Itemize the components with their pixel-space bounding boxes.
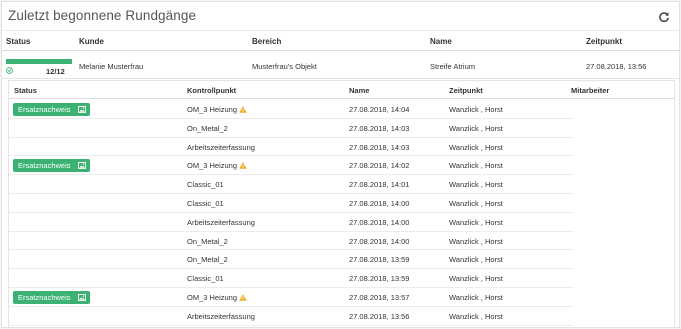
- table-row[interactable]: Ersatznachweis OM_3 Heizung 27.08.2018, 14…: [9, 100, 574, 119]
- warning-icon: [239, 162, 247, 170]
- kontrollpunkt-cell: Classic_01: [187, 274, 224, 283]
- recent-rounds-panel: Zuletzt begonnene Rundgänge Status Kunde…: [1, 1, 680, 328]
- zeitpunkt-cell: Wanzlick , Horst: [449, 236, 503, 246]
- ersatznachweis-badge[interactable]: Ersatznachweis: [13, 291, 90, 304]
- zeitpunkt-cell: Wanzlick , Horst: [449, 199, 503, 208]
- col-status[interactable]: Status: [14, 86, 37, 95]
- name-cell: 27.08.2018, 13:57: [349, 293, 410, 302]
- name-cell: 27.08.2018, 14:03: [349, 123, 410, 133]
- table-row[interactable]: Classic_01 27.08.2018, 14:00 Wanzlick , Ho…: [9, 194, 574, 213]
- table-row[interactable]: On_Metal_2 27.08.2018, 14:00 Wanzlick , Ho…: [9, 232, 574, 251]
- kontrollpunkt-cell: Arbeitszeiterfassung: [187, 218, 255, 227]
- zeitpunkt-cell: Wanzlick , Horst: [449, 217, 503, 227]
- kontrollpunkt-cell: OM_3 Heizung: [187, 161, 247, 170]
- col-kunde[interactable]: Kunde: [79, 37, 104, 46]
- name-cell: 27.08.2018, 14:00: [349, 199, 410, 208]
- checkpoint-table-header: Status Kontrollpunkt Name Zeitpunkt Mita…: [9, 80, 674, 99]
- table-row[interactable]: Ersatznachweis OM_3 Heizung 27.08.2018, 13…: [9, 288, 574, 307]
- kontrollpunkt-value: On_Metal_2: [187, 255, 228, 265]
- image-icon: [78, 162, 86, 170]
- col-zeitpunkt[interactable]: Zeitpunkt: [449, 86, 483, 95]
- kontrollpunkt-cell: On_Metal_2: [187, 124, 228, 133]
- zeitpunkt-cell: Wanzlick , Horst: [449, 311, 503, 321]
- kontrollpunkt-cell: Arbeitszeiterfassung: [187, 143, 255, 152]
- zeitpunkt-cell: Wanzlick , Horst: [449, 123, 503, 133]
- kontrollpunkt-value: Arbeitszeiterfassung: [187, 142, 255, 152]
- table-row[interactable]: Ersatznachweis OM_3 Heizung 27.08.2018, 14…: [9, 156, 574, 176]
- warning-icon: [239, 294, 247, 301]
- kontrollpunkt-value: OM_3 Heizung: [187, 293, 238, 302]
- zeitpunkt-value: 27.08.2018, 13:56: [586, 62, 647, 71]
- name-cell: 27.08.2018, 14:03: [349, 142, 410, 152]
- name-cell: 27.08.2018, 13:56: [349, 311, 410, 321]
- badge-label: Ersatznachweis: [18, 105, 71, 114]
- name-cell: 27.08.2018, 13:59: [349, 274, 410, 284]
- name-cell: 27.08.2018, 14:04: [349, 105, 410, 114]
- col-kontrollpunkt[interactable]: Kontrollpunkt: [187, 86, 236, 95]
- zeitpunkt-cell: Wanzlick , Horst: [449, 274, 503, 284]
- badge-label: Ersatznachweis: [18, 161, 71, 171]
- kontrollpunkt-cell: OM_3 Heizung: [187, 293, 247, 302]
- progress-count: 12/12: [46, 67, 65, 76]
- name-cell: 27.08.2018, 14:01: [349, 180, 410, 190]
- table-row[interactable]: Arbeitszeiterfassung 27.08.2018, 14:00 Wan…: [9, 213, 574, 232]
- col-name[interactable]: Name: [430, 37, 452, 46]
- refresh-icon[interactable]: [658, 11, 670, 23]
- table-row[interactable]: 12/12 Melanie Musterfrau Musterfrau's Ob…: [2, 52, 679, 79]
- badge-label: Ersatznachweis: [18, 293, 71, 302]
- image-icon: [78, 294, 86, 301]
- kontrollpunkt-value: OM_3 Heizung: [187, 105, 238, 114]
- zeitpunkt-cell: Wanzlick , Horst: [449, 180, 503, 190]
- name-cell: 27.08.2018, 14:02: [349, 161, 410, 171]
- kontrollpunkt-value: On_Metal_2: [187, 236, 228, 246]
- col-name[interactable]: Name: [349, 86, 369, 95]
- kontrollpunkt-value: Classic_01: [187, 274, 224, 284]
- table-row[interactable]: Classic_01 27.08.2018, 14:01 Wanzlick , Ho…: [9, 175, 574, 194]
- col-zeitpunkt[interactable]: Zeitpunkt: [586, 37, 622, 46]
- kontrollpunkt-value: Classic_01: [187, 180, 224, 190]
- progress-fill: [6, 59, 72, 64]
- kontrollpunkt-cell: On_Metal_2: [187, 237, 228, 246]
- table-row[interactable]: On_Metal_2 27.08.2018, 14:03 Wanzlick , Ho…: [9, 119, 574, 138]
- kontrollpunkt-cell: Classic_01: [187, 180, 224, 189]
- zeitpunkt-cell: Wanzlick , Horst: [449, 105, 503, 114]
- table-row[interactable]: Arbeitszeiterfassung 27.08.2018, 13:56 Wan…: [9, 307, 574, 326]
- table-row[interactable]: On_Metal_2 27.08.2018, 13:59 Wanzlick , Ho…: [9, 250, 574, 270]
- ersatznachweis-badge[interactable]: Ersatznachweis: [13, 103, 90, 116]
- kontrollpunkt-value: Arbeitszeiterfassung: [187, 311, 255, 321]
- checkpoint-table: Status Kontrollpunkt Name Zeitpunkt Mita…: [8, 80, 675, 327]
- name-cell: 27.08.2018, 14:00: [349, 236, 410, 246]
- kontrollpunkt-value: OM_3 Heizung: [187, 161, 238, 171]
- table-row[interactable]: Arbeitszeiterfassung 27.08.2018, 14:03 Wan…: [9, 138, 574, 157]
- zeitpunkt-cell: Wanzlick , Horst: [449, 293, 503, 302]
- kontrollpunkt-value: Arbeitszeiterfassung: [187, 217, 255, 227]
- col-bereich[interactable]: Bereich: [252, 37, 281, 46]
- kontrollpunkt-cell: OM_3 Heizung: [187, 105, 247, 114]
- col-status[interactable]: Status: [6, 37, 30, 46]
- zeitpunkt-cell: Wanzlick , Horst: [449, 161, 503, 171]
- bereich-value: Musterfrau's Objekt: [252, 62, 317, 71]
- ersatznachweis-badge[interactable]: Ersatznachweis: [13, 159, 90, 173]
- col-mitarbeiter[interactable]: Mitarbeiter: [571, 86, 609, 95]
- kontrollpunkt-value: On_Metal_2: [187, 123, 228, 133]
- check-circle-icon: [6, 67, 13, 74]
- name-value: Streife Atrium: [430, 62, 476, 71]
- kunde-value: Melanie Musterfrau: [79, 62, 144, 71]
- name-cell: 27.08.2018, 13:59: [349, 255, 410, 265]
- warning-icon: [239, 106, 247, 113]
- progress-bar: [6, 59, 72, 64]
- kontrollpunkt-cell: Classic_01: [187, 199, 224, 208]
- table-row[interactable]: Classic_01 27.08.2018, 13:59 Wanzlick , Ho…: [9, 269, 574, 288]
- kontrollpunkt-cell: Arbeitszeiterfassung: [187, 312, 255, 321]
- zeitpunkt-cell: Wanzlick , Horst: [449, 142, 503, 152]
- zeitpunkt-cell: Wanzlick , Horst: [449, 255, 503, 265]
- kontrollpunkt-cell: On_Metal_2: [187, 255, 228, 264]
- kontrollpunkt-value: Classic_01: [187, 199, 224, 208]
- outer-table-header: Status Kunde Bereich Name Zeitpunkt: [2, 31, 679, 51]
- name-cell: 27.08.2018, 14:00: [349, 217, 410, 227]
- image-icon: [78, 106, 86, 113]
- panel-title: Zuletzt begonnene Rundgänge: [8, 8, 197, 23]
